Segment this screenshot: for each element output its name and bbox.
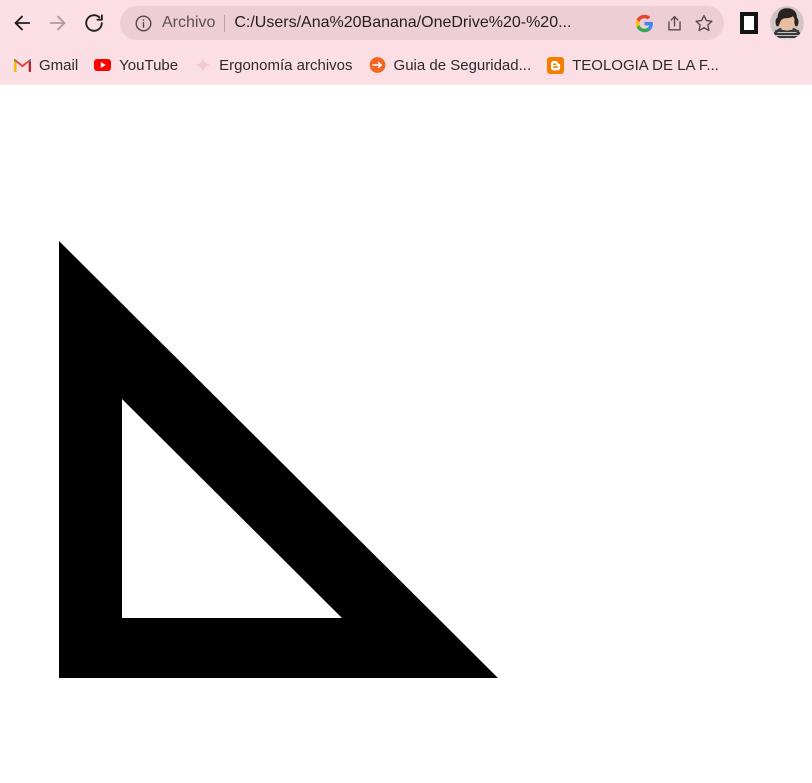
- bookmarks-bar: Gmail YouTube Ergonomía archivos Guia de…: [0, 46, 812, 84]
- reload-icon: [83, 12, 105, 34]
- forward-button[interactable]: [40, 5, 76, 41]
- info-circle-icon[interactable]: [130, 10, 156, 36]
- bookmark-label: Gmail: [39, 56, 79, 74]
- set-square-path: [59, 241, 498, 678]
- bookmark-youtube[interactable]: YouTube: [86, 51, 186, 79]
- bookmark-star-icon[interactable]: [690, 9, 718, 37]
- bookmark-gmail[interactable]: Gmail: [6, 51, 86, 79]
- black-square-icon: [740, 12, 758, 34]
- arrow-right-icon: [47, 12, 69, 34]
- omnibox-divider: [224, 14, 226, 32]
- sparkle-icon: [194, 57, 211, 74]
- youtube-icon: [94, 57, 112, 74]
- arrow-left-icon: [11, 12, 33, 34]
- share-icon[interactable]: [660, 9, 688, 37]
- bookmark-label: TEOLOGIA DE LA F...: [572, 56, 719, 74]
- omnibox-url-text[interactable]: C:/Users/Ana%20Banana/OneDrive%20-%20...: [234, 14, 628, 32]
- blogger-icon: [547, 56, 565, 74]
- gmail-icon: [14, 57, 31, 74]
- extensions-button[interactable]: [734, 6, 764, 40]
- page-content-area: [0, 85, 812, 783]
- avatar-photo-icon: [770, 6, 804, 40]
- set-square-triangle: [59, 240, 499, 680]
- browser-chrome: Archivo C:/Users/Ana%20Banana/OneDrive%2…: [0, 0, 812, 85]
- browser-toolbar: Archivo C:/Users/Ana%20Banana/OneDrive%2…: [0, 0, 812, 46]
- address-bar[interactable]: Archivo C:/Users/Ana%20Banana/OneDrive%2…: [120, 6, 724, 40]
- orange-circle-arrow-icon: [369, 57, 386, 74]
- set-square-svg: [59, 241, 498, 678]
- back-button[interactable]: [4, 5, 40, 41]
- google-lens-icon[interactable]: [630, 9, 658, 37]
- omnibox-scheme-label: Archivo: [162, 14, 216, 31]
- bookmark-label: Guia de Seguridad...: [393, 56, 532, 74]
- reload-button[interactable]: [76, 5, 112, 41]
- bookmark-ergonomia-archivos[interactable]: Ergonomía archivos: [186, 51, 360, 79]
- bookmark-label: Ergonomía archivos: [219, 56, 353, 74]
- bookmark-guia-de-seguridad[interactable]: Guia de Seguridad...: [361, 51, 540, 79]
- profile-avatar[interactable]: [770, 6, 804, 40]
- bookmark-label: YouTube: [119, 56, 179, 74]
- bookmark-teologia-de-la-f[interactable]: TEOLOGIA DE LA F...: [539, 51, 727, 79]
